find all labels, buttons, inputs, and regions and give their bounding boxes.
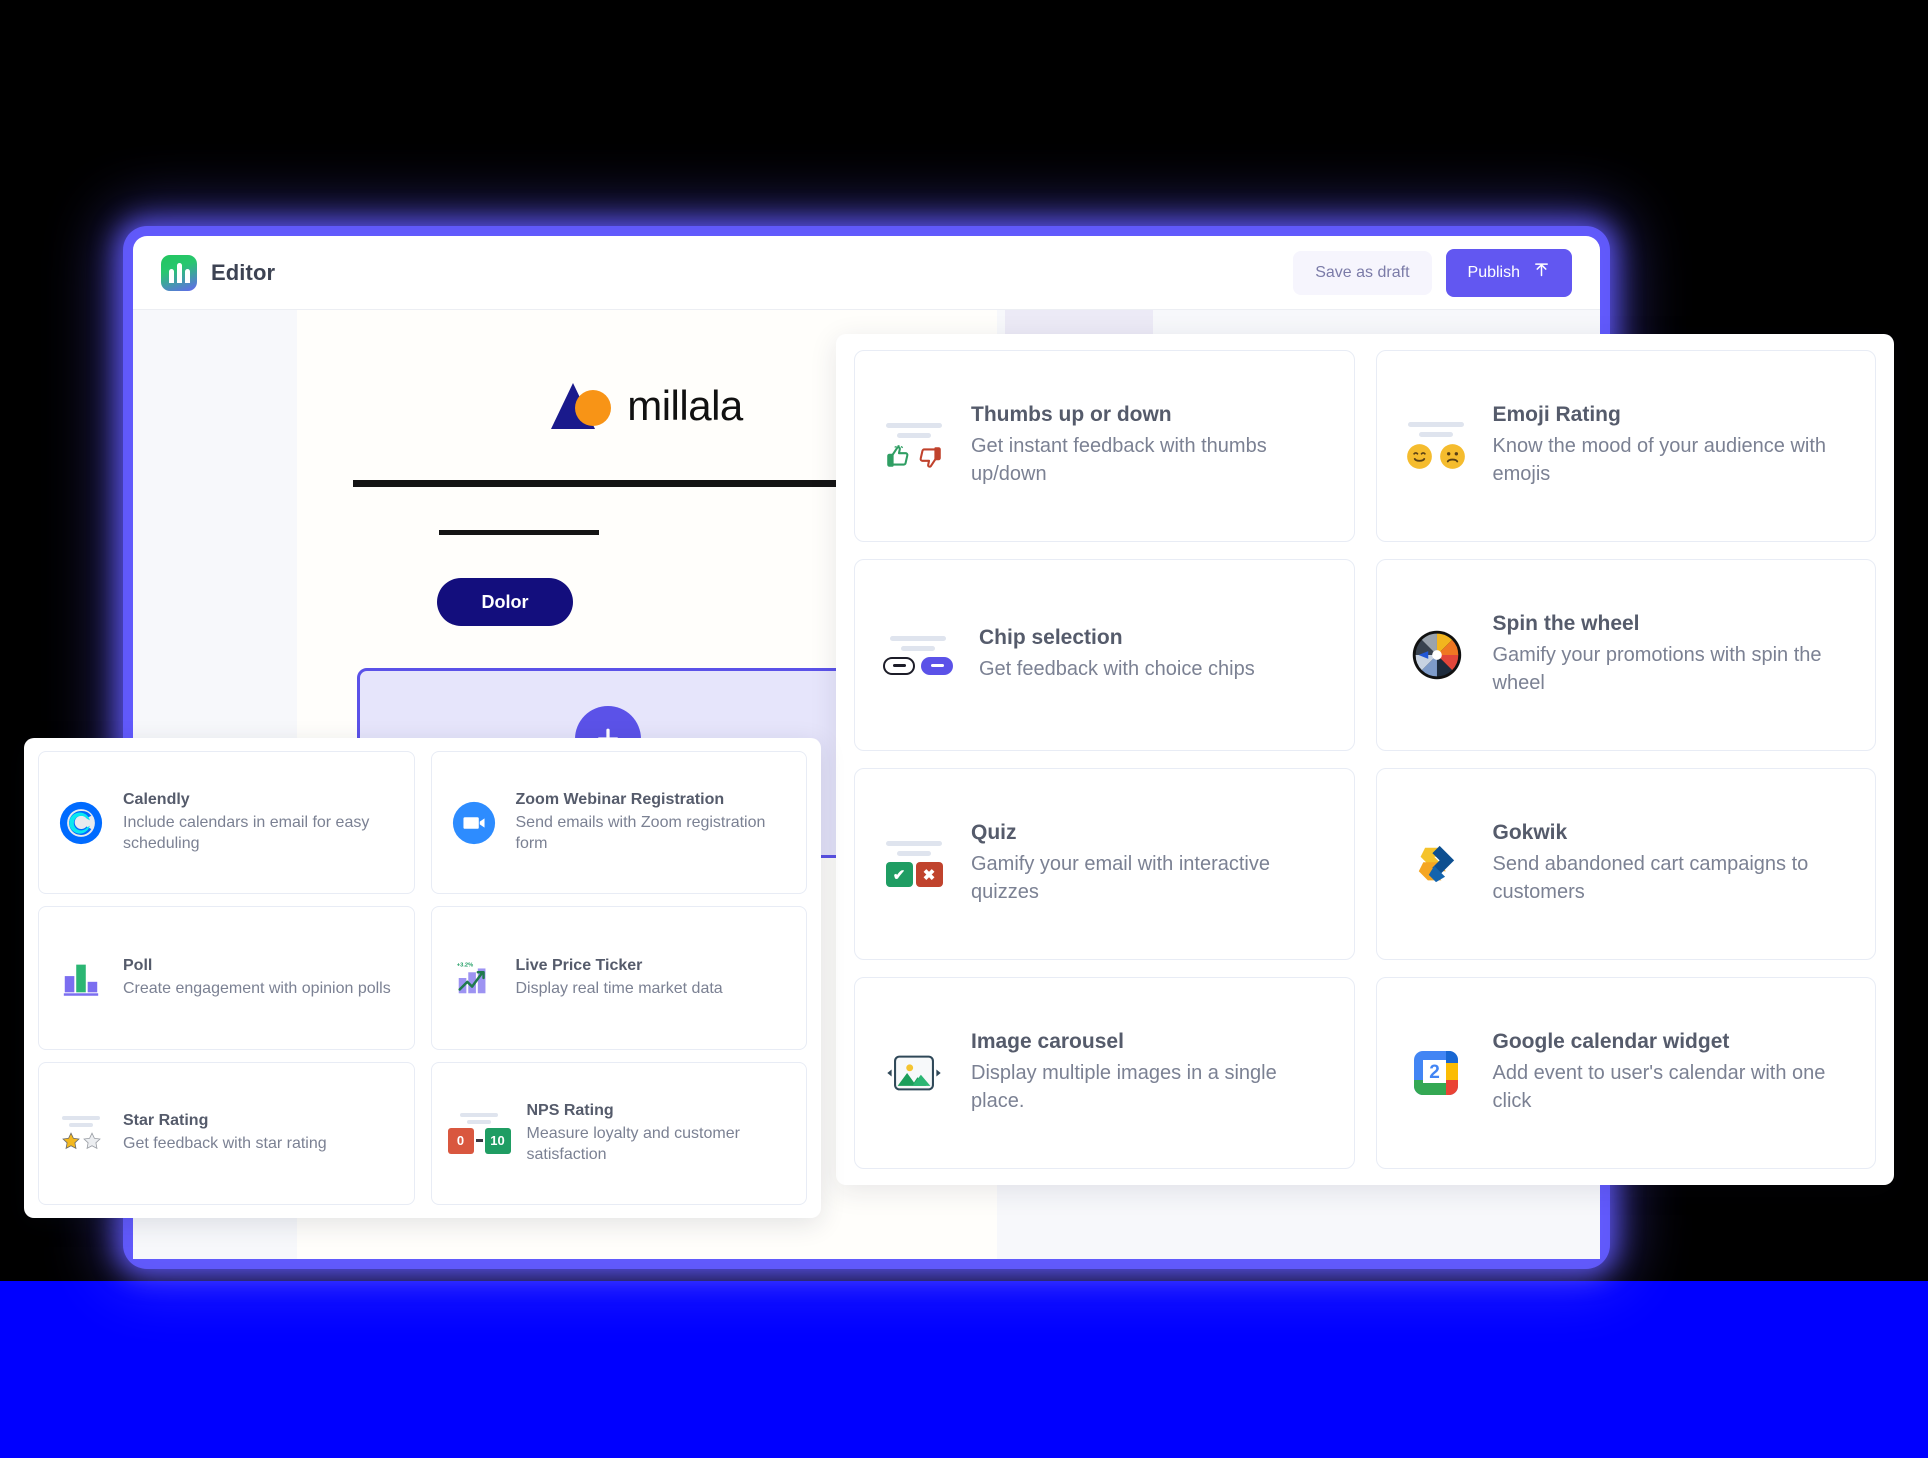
integration-card-poll[interactable]: Poll Create engagement with opinion poll…	[38, 906, 415, 1050]
integration-card-nps-rating[interactable]: 0 10 NPS Rating Measure loyalty and cust…	[430, 1061, 807, 1205]
integration-card-zoom-webinar-registration[interactable]: Zoom Webinar Registration Send emails wi…	[430, 751, 807, 895]
integration-card-title: Poll	[123, 956, 153, 974]
live-price-ticker-icon: +3.2%	[448, 957, 500, 999]
nps-high-box: 10	[484, 1127, 511, 1154]
star-empty-icon	[82, 1132, 101, 1149]
nps-rating-icon: 0 10	[447, 1112, 511, 1154]
widget-card-title: Gokwik	[1492, 821, 1568, 845]
widget-card-title: Chip selection	[979, 626, 1123, 650]
chip-selection-icon	[883, 635, 953, 675]
nps-dash	[475, 1139, 483, 1143]
calendly-logo-icon	[55, 800, 107, 846]
integration-card-desc: Get feedback with star rating	[123, 1135, 327, 1153]
integration-card-calendly[interactable]: Calendly Include calendars in email for …	[38, 751, 415, 895]
widget-card-spin-the-wheel[interactable]: Spin the wheel Gamify your promotions wi…	[1375, 559, 1876, 751]
widget-card-title: Thumbs up or down	[971, 403, 1172, 427]
integration-card-desc: Include calendars in email for easy sche…	[123, 813, 370, 853]
quiz-cross-box: ✖	[915, 862, 943, 887]
widget-card-google-calendar-widget[interactable]: 2 Google calendar widget Add event to us…	[1375, 977, 1876, 1169]
google-calendar-icon: 2	[1405, 1045, 1467, 1101]
widget-card-gokwik[interactable]: Gokwik Send abandoned cart campaigns to …	[1375, 768, 1876, 960]
emoji-rating-icon	[1405, 422, 1467, 470]
thumbs-up-down-icon	[883, 422, 945, 470]
widget-card-title: Image carousel	[971, 1030, 1124, 1054]
widget-card-title: Google calendar widget	[1492, 1030, 1730, 1054]
widget-card-emoji-rating[interactable]: Emoji Rating Know the mood of your audie…	[1375, 350, 1876, 542]
integrations-library-panel: Calendly Include calendars in email for …	[24, 738, 821, 1218]
star-filled-icon	[61, 1132, 80, 1149]
integration-card-title: Zoom Webinar Registration	[515, 790, 725, 808]
integration-card-title: NPS Rating	[526, 1101, 614, 1119]
nps-low-box: 0	[447, 1127, 474, 1154]
email-cta-button[interactable]: Dolor	[437, 578, 573, 626]
zoom-logo-icon	[448, 800, 500, 846]
widget-card-desc: Get feedback with choice chips	[979, 658, 1255, 681]
star-rating-icon	[55, 1115, 107, 1151]
email-brand-name: millala	[627, 382, 743, 429]
widget-card-desc: Get instant feedback with thumbs up/down	[971, 435, 1267, 485]
widget-card-chip-selection[interactable]: Chip selection Get feedback with choice …	[854, 559, 1355, 751]
millala-logo-mark-icon	[551, 383, 612, 429]
widget-card-thumbs-up-or-down[interactable]: Thumbs up or down Get instant feedback w…	[854, 350, 1355, 542]
widget-card-desc: Know the mood of your audience with emoj…	[1492, 435, 1827, 485]
widget-card-title: Emoji Rating	[1492, 403, 1621, 427]
integration-card-title: Star Rating	[123, 1112, 209, 1130]
widget-card-title: Quiz	[971, 821, 1017, 845]
bottom-blue-band-left	[0, 1325, 842, 1458]
widget-library-panel: Thumbs up or down Get instant feedback w…	[836, 334, 1894, 1185]
editor-actions: Save as draft Publish	[1293, 248, 1572, 297]
widget-card-desc: Add event to user's calendar with one cl…	[1492, 1062, 1826, 1112]
upload-arrow-icon	[1533, 262, 1550, 284]
widget-card-desc: Gamify your promotions with spin the whe…	[1492, 644, 1822, 694]
integration-card-live-price-ticker[interactable]: +3.2% Live Price Ticker Display real tim…	[430, 906, 807, 1050]
integration-card-title: Live Price Ticker	[515, 956, 643, 974]
editor-header: Editor Save as draft Publish	[133, 236, 1600, 310]
widget-card-desc: Display multiple images in a single plac…	[971, 1062, 1277, 1112]
image-carousel-icon	[883, 1051, 945, 1095]
integration-card-desc: Display real time market data	[515, 979, 723, 997]
integration-card-desc: Measure loyalty and customer satisfactio…	[526, 1124, 740, 1163]
widget-card-quiz[interactable]: ✔ ✖ Quiz Gamify your email with interact…	[854, 768, 1355, 960]
widget-card-image-carousel[interactable]: Image carousel Display multiple images i…	[854, 977, 1355, 1169]
editor-brand: Editor	[161, 254, 276, 291]
integration-card-star-rating[interactable]: Star Rating Get feedback with star ratin…	[38, 1061, 415, 1205]
integration-card-desc: Create engagement with opinion polls	[123, 979, 391, 997]
widget-card-desc: Gamify your email with interactive quizz…	[971, 853, 1270, 903]
email-heading-bar-short	[439, 530, 599, 535]
poll-bar-chart-icon	[55, 957, 107, 999]
save-as-draft-button[interactable]: Save as draft	[1293, 250, 1432, 295]
calendar-day-number: 2	[1429, 1062, 1440, 1083]
gokwik-logo-icon	[1405, 835, 1467, 893]
widget-card-desc: Send abandoned cart campaigns to custome…	[1492, 853, 1809, 903]
millala-app-logo-icon	[161, 254, 197, 291]
publish-button-label: Publish	[1467, 263, 1520, 281]
publish-button[interactable]: Publish	[1445, 248, 1572, 297]
page-title: Editor	[211, 259, 276, 285]
quiz-check-cross-icon: ✔ ✖	[883, 841, 945, 887]
integration-card-desc: Send emails with Zoom registration form	[515, 813, 766, 853]
quiz-check-box: ✔	[885, 862, 913, 887]
spin-wheel-icon	[1405, 624, 1467, 686]
widget-card-title: Spin the wheel	[1492, 612, 1640, 636]
ticker-change-badge: +3.2%	[456, 963, 472, 969]
integration-card-title: Calendly	[123, 790, 190, 808]
